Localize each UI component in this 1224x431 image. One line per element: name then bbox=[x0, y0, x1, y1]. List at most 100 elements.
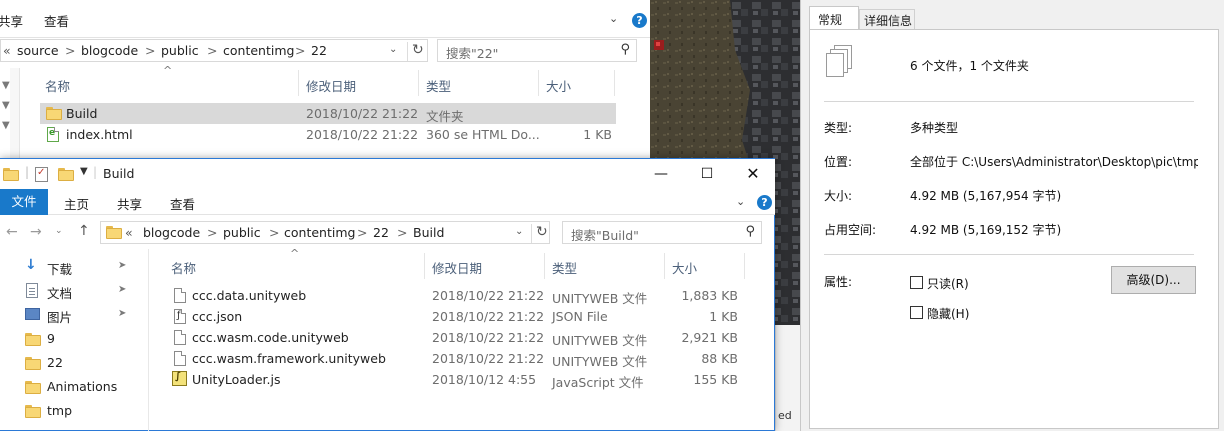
column-separator[interactable] bbox=[298, 70, 299, 96]
table-row[interactable]: ccc.data.unityweb 2018/10/22 21:22 UNITY… bbox=[166, 285, 744, 306]
attributes-label: 属性: bbox=[824, 275, 853, 289]
breadcrumb-separator[interactable]: > bbox=[145, 43, 155, 58]
table-row[interactable]: ∫ UnityLoader.js 2018/10/12 4:55 JavaScr… bbox=[166, 369, 744, 390]
address-bar[interactable]: « blogcode > public > contentimg > 22 > … bbox=[100, 221, 550, 244]
column-header-size[interactable]: 大小 bbox=[546, 76, 571, 95]
breadcrumb-separator[interactable]: > bbox=[357, 225, 367, 240]
forward-arrow-icon[interactable]: → bbox=[30, 224, 42, 240]
column-separator[interactable] bbox=[664, 253, 665, 279]
new-folder-icon[interactable] bbox=[58, 168, 74, 181]
column-separator[interactable] bbox=[538, 70, 539, 96]
column-separator[interactable] bbox=[418, 70, 419, 96]
breadcrumb-22[interactable]: 22 bbox=[373, 225, 389, 240]
column-separator[interactable] bbox=[744, 253, 745, 279]
file-name: index.html bbox=[66, 127, 133, 142]
breadcrumb-separator[interactable]: > bbox=[397, 225, 407, 240]
refresh-icon[interactable]: ↻ bbox=[531, 224, 548, 243]
title-bar[interactable]: | ✓ ▼ | Build — ☐ ✕ bbox=[0, 159, 775, 189]
table-row[interactable]: ƒ ccc.json 2018/10/22 21:22 JSON File 1 … bbox=[166, 306, 744, 327]
minimize-icon[interactable]: — bbox=[638, 163, 684, 185]
folder-icon bbox=[106, 226, 122, 239]
breadcrumb-separator[interactable]: > bbox=[295, 43, 305, 58]
address-bar[interactable]: « source > blogcode > public > contentim… bbox=[0, 39, 428, 62]
tab-details[interactable]: 详细信息 bbox=[859, 9, 915, 30]
refresh-icon[interactable]: ↻ bbox=[407, 42, 424, 61]
table-row[interactable]: e index.html 2018/10/22 21:22 360 se HTM… bbox=[40, 124, 616, 145]
back-arrow-icon[interactable]: ← bbox=[6, 224, 18, 240]
nav-item-animations[interactable]: Animations bbox=[20, 377, 140, 397]
dropdown-arrow-icon[interactable]: ⌄ bbox=[515, 226, 523, 237]
tab-view[interactable]: 查看 bbox=[170, 194, 195, 213]
nav-item-downloads[interactable]: ↓ 下载 ➤ bbox=[20, 257, 140, 277]
overflow-chevron[interactable]: « bbox=[3, 43, 11, 58]
column-header-type[interactable]: 类型 bbox=[426, 76, 451, 95]
tab-general[interactable]: 常规 bbox=[809, 6, 859, 30]
location-label: 位置: bbox=[824, 155, 853, 169]
file-date: 2018/10/12 4:55 bbox=[432, 372, 537, 387]
breadcrumb-build[interactable]: Build bbox=[413, 225, 444, 240]
customize-quick-access-icon[interactable]: ▼ bbox=[80, 166, 88, 177]
breadcrumb-source[interactable]: source bbox=[17, 43, 59, 58]
table-row[interactable]: ccc.wasm.code.unityweb 2018/10/22 21:22 … bbox=[166, 327, 744, 348]
breadcrumb-public[interactable]: public bbox=[161, 43, 199, 58]
nav-item-pictures[interactable]: 图片 ➤ bbox=[20, 305, 140, 325]
pane-divider[interactable] bbox=[148, 249, 149, 431]
column-separator[interactable] bbox=[614, 70, 615, 96]
pin-icon[interactable]: ➤ bbox=[118, 260, 126, 271]
file-size: 1 KB bbox=[583, 127, 612, 142]
nav-item-folder-9[interactable]: 9 bbox=[20, 329, 140, 349]
json-file-icon: ƒ bbox=[174, 309, 186, 324]
table-row[interactable]: Build 2018/10/22 21:22 文件夹 bbox=[40, 103, 616, 124]
advanced-button[interactable]: 高级(D)... bbox=[1111, 266, 1196, 294]
tab-file[interactable]: 文件 bbox=[0, 189, 48, 215]
hidden-checkbox[interactable] bbox=[910, 306, 923, 319]
up-arrow-icon[interactable]: ↑ bbox=[78, 223, 90, 239]
overflow-chevron[interactable]: « bbox=[125, 225, 133, 240]
maximize-icon[interactable]: ☐ bbox=[684, 163, 730, 185]
breadcrumb-separator[interactable]: > bbox=[207, 43, 217, 58]
tab-home[interactable]: 主页 bbox=[64, 194, 89, 213]
help-icon[interactable]: ? bbox=[757, 195, 772, 210]
column-header-name[interactable]: 名称 bbox=[45, 76, 70, 95]
column-header-name[interactable]: 名称 bbox=[171, 258, 196, 277]
close-icon[interactable]: ✕ bbox=[730, 163, 776, 185]
breadcrumb-contentimg[interactable]: contentimg bbox=[284, 225, 355, 240]
pin-icon[interactable]: ➤ bbox=[118, 308, 126, 319]
column-header-date[interactable]: 修改日期 bbox=[306, 76, 356, 95]
search-input[interactable]: 搜索"Build" ⚲ bbox=[562, 221, 762, 244]
breadcrumb-separator[interactable]: > bbox=[207, 225, 217, 240]
tab-share[interactable]: 共享 bbox=[0, 11, 23, 30]
breadcrumb-22[interactable]: 22 bbox=[311, 43, 327, 58]
recent-locations-icon[interactable]: ⌄ bbox=[55, 226, 63, 236]
column-header-type[interactable]: 类型 bbox=[552, 258, 577, 277]
search-input[interactable]: 搜索"22" ⚲ bbox=[437, 39, 637, 62]
column-separator[interactable] bbox=[424, 253, 425, 279]
table-row[interactable]: ccc.wasm.framework.unityweb 2018/10/22 2… bbox=[166, 348, 744, 369]
separator bbox=[824, 254, 1194, 255]
column-separator[interactable] bbox=[544, 253, 545, 279]
chevron-down-icon[interactable]: ⌄ bbox=[609, 12, 618, 25]
file-size: 155 KB bbox=[693, 372, 738, 387]
breadcrumb-separator[interactable]: > bbox=[65, 43, 75, 58]
file-type: JSON File bbox=[552, 309, 608, 324]
properties-quick-icon[interactable]: ✓ bbox=[35, 167, 48, 182]
dropdown-arrow-icon[interactable]: ⌄ bbox=[389, 44, 397, 55]
chevron-down-icon[interactable]: ⌄ bbox=[736, 195, 745, 208]
tab-share[interactable]: 共享 bbox=[117, 194, 142, 213]
breadcrumb-contentimg[interactable]: contentimg bbox=[223, 43, 294, 58]
column-header-size[interactable]: 大小 bbox=[672, 258, 697, 277]
breadcrumb-separator[interactable]: > bbox=[269, 225, 279, 240]
nav-item-folder-22[interactable]: 22 bbox=[20, 353, 140, 373]
nav-item-documents[interactable]: 文档 ➤ bbox=[20, 281, 140, 301]
nav-item-tmp[interactable]: tmp bbox=[20, 401, 140, 421]
breadcrumb-blogcode[interactable]: blogcode bbox=[143, 225, 200, 240]
nav-scrollbar[interactable] bbox=[10, 68, 20, 158]
separator: | bbox=[25, 165, 30, 179]
tab-view[interactable]: 查看 bbox=[44, 11, 69, 30]
column-header-date[interactable]: 修改日期 bbox=[432, 258, 482, 277]
breadcrumb-public[interactable]: public bbox=[223, 225, 261, 240]
help-icon[interactable]: ? bbox=[632, 13, 647, 28]
pin-icon[interactable]: ➤ bbox=[118, 284, 126, 295]
breadcrumb-blogcode[interactable]: blogcode bbox=[81, 43, 138, 58]
readonly-checkbox[interactable] bbox=[910, 276, 923, 289]
